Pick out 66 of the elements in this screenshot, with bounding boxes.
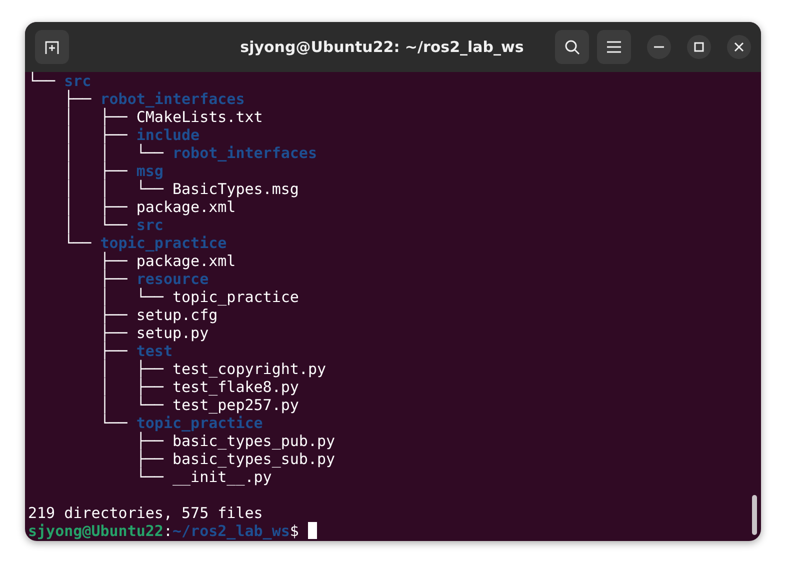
file-name: package.xml: [136, 198, 236, 216]
prompt-symbol: $: [290, 522, 299, 540]
directory-name: topic_practice: [136, 414, 263, 432]
directory-name: include: [136, 126, 200, 144]
tree-branch: │ │ └──: [63, 144, 164, 162]
file-name: basic_types_pub.py: [172, 432, 336, 450]
tree-branch: ├──: [99, 270, 128, 288]
tree-branch: └──: [28, 72, 56, 90]
file-name: test_copyright.py: [172, 360, 326, 378]
file-name: basic_types_sub.py: [172, 450, 336, 468]
tree-branch: │ ├──: [99, 378, 164, 396]
maximize-icon: [694, 42, 704, 52]
search-button[interactable]: [555, 30, 589, 64]
tree-branch: ├──: [99, 306, 128, 324]
directory-name: robot_interfaces: [100, 90, 245, 108]
file-name: test_flake8.py: [172, 378, 299, 396]
minimize-icon: [654, 46, 664, 48]
tree-branch: ├──: [99, 324, 128, 342]
tree-branch: │ │ └──: [63, 180, 164, 198]
directory-name: src: [136, 216, 164, 234]
file-name: CMakeLists.txt: [136, 108, 263, 126]
minimize-button[interactable]: [647, 35, 671, 59]
directory-name: robot_interfaces: [172, 144, 317, 162]
tree-branch: │ ├──: [63, 108, 128, 126]
close-icon: [734, 42, 744, 52]
summary-text: 219 directories, 575 files: [28, 504, 263, 522]
tree-branch: │ └──: [99, 396, 164, 414]
file-name: setup.py: [136, 324, 209, 342]
directory-name: topic_practice: [100, 234, 227, 252]
directory-name: resource: [136, 270, 209, 288]
file-name: __init__.py: [172, 468, 272, 486]
menu-button[interactable]: [597, 30, 631, 64]
search-icon: [564, 39, 580, 55]
tree-branch: │ ├──: [63, 162, 128, 180]
file-name: setup.cfg: [136, 306, 218, 324]
prompt-path: ~/ros2_lab_ws: [172, 522, 290, 540]
file-name: BasicTypes.msg: [172, 180, 299, 198]
file-name: package.xml: [136, 252, 236, 270]
tree-branch: │ ├──: [63, 126, 128, 144]
prompt-separator: :: [163, 522, 172, 540]
window-title: sjyong@Ubuntu22: ~/ros2_lab_ws: [239, 38, 525, 56]
tree-branch: │ └──: [99, 288, 164, 306]
maximize-button[interactable]: [687, 35, 711, 59]
tree-branch: ├──: [135, 450, 164, 468]
tree-branch: └──: [63, 234, 92, 252]
tree-branch: └──: [135, 468, 164, 486]
tree-branch: ├──: [63, 90, 92, 108]
tree-branch: ├──: [135, 432, 164, 450]
tree-branch: │ ├──: [99, 360, 164, 378]
text-cursor: [308, 522, 317, 539]
directory-name: src: [64, 72, 92, 90]
close-button[interactable]: [727, 35, 751, 59]
tree-branch: │ ├──: [63, 198, 128, 216]
file-name: topic_practice: [172, 288, 299, 306]
tree-branch: ├──: [99, 342, 128, 360]
directory-name: test: [136, 342, 172, 360]
file-name: test_pep257.py: [172, 396, 299, 414]
directory-name: msg: [136, 162, 164, 180]
new-tab-button[interactable]: [35, 30, 69, 64]
prompt-user-host: sjyong@Ubuntu22: [28, 522, 164, 540]
tree-branch: ├──: [99, 252, 128, 270]
new-tab-icon: [44, 39, 60, 55]
tree-branch: │ └──: [63, 216, 128, 234]
menu-icon: [607, 41, 621, 53]
scrollbar[interactable]: [752, 495, 757, 535]
tree-branch: └──: [99, 414, 128, 432]
